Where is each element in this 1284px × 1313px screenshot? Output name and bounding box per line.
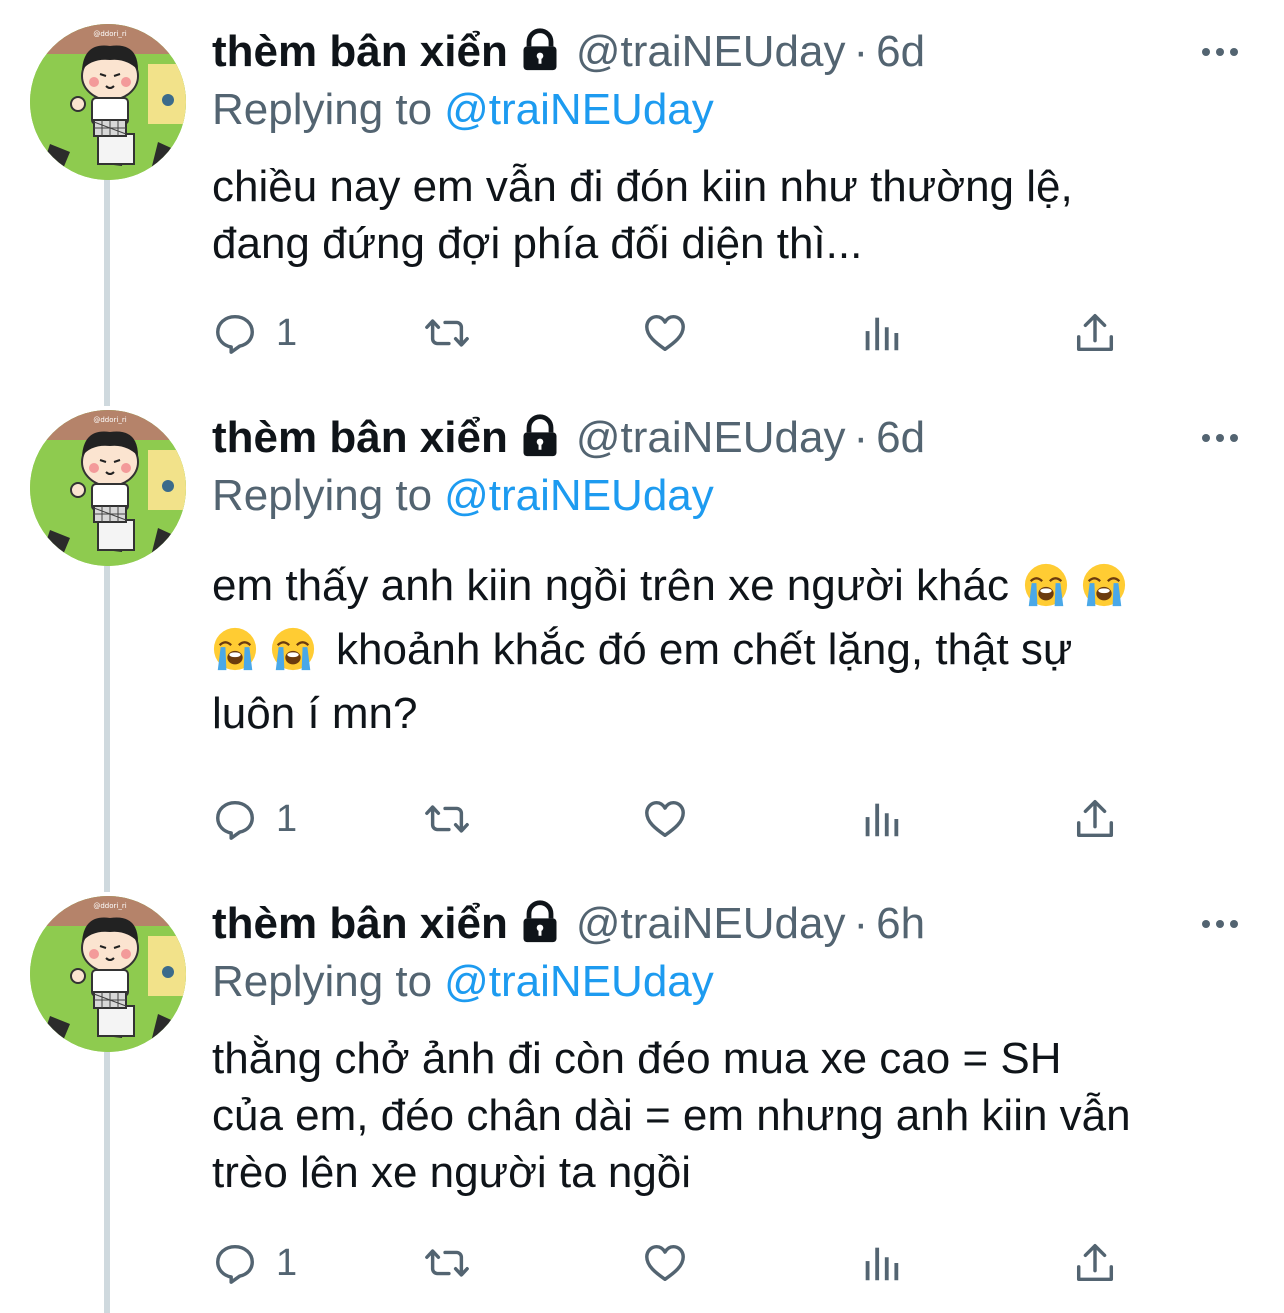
tweet-text-line: khoảnh khắc đó em chết lặng, thật sự [212,618,1252,682]
like-button[interactable] [642,308,688,358]
share-button[interactable] [1072,308,1118,358]
like-button[interactable] [642,1238,688,1288]
tweet[interactable]: thèm bân xiển @traiNEUday · 6h Replying to @… [0,896,1284,1306]
lock-icon [518,414,562,458]
analytics-icon [858,796,904,842]
replying-to-mention[interactable]: @traiNEUday [444,85,714,134]
avatar[interactable] [30,896,186,1052]
tweet-actions: 1 [212,1238,1152,1288]
reply-button[interactable]: 1 [212,1238,297,1288]
retweet-icon [424,1240,470,1286]
tweet-text-line: em thấy anh kiin ngồi trên xe người khác [212,554,1252,618]
loudly-crying-face-emoji [1023,562,1069,608]
more-icon[interactable] [1200,428,1240,448]
replying-to-mention[interactable]: @traiNEUday [444,471,714,520]
tweet-header: thèm bân xiển @traiNEUday · 6d [212,410,925,466]
reply-count: 1 [276,1241,298,1284]
share-button[interactable] [1072,1238,1118,1288]
views-button[interactable] [858,308,904,358]
timestamp[interactable]: 6h [876,899,925,948]
tweet-actions: 1 [212,794,1152,844]
share-icon [1072,796,1118,842]
heart-icon [642,796,688,842]
more-icon[interactable] [1200,914,1240,934]
display-name[interactable]: thèm bân xiển [212,899,508,948]
handle[interactable]: @traiNEUday [576,27,846,76]
separator-dot: · [853,27,869,76]
replying-to: Replying to @traiNEUday [212,954,714,1010]
display-name[interactable]: thèm bân xiển [212,27,508,76]
views-button[interactable] [858,794,904,844]
avatar[interactable] [30,24,186,180]
tweet[interactable]: thèm bân xiển @traiNEUday · 6d Replying to @… [0,410,1284,850]
tweet-text-span: khoảnh khắc đó em chết lặng, thật sự [336,625,1073,674]
loudly-crying-face-emoji [1081,562,1127,608]
handle[interactable]: @traiNEUday [576,413,846,462]
replying-to-mention[interactable]: @traiNEUday [444,957,714,1006]
loudly-crying-face-emoji [212,626,258,672]
reply-button[interactable]: 1 [212,308,297,358]
tweet-text-line: trèo lên xe người ta ngồi [212,1148,692,1197]
retweet-button[interactable] [424,794,470,844]
display-name[interactable]: thèm bân xiển [212,413,508,462]
tweet-text: em thấy anh kiin ngồi trên xe người khác… [212,554,1252,746]
tweet-text-line: đang đứng đợi phía đối diện thì... [212,219,863,268]
tweet-text-line: chiều nay em vẫn đi đón kiin như thường … [212,162,1073,211]
tweet-text: chiều nay em vẫn đi đón kiin như thường … [212,158,1252,272]
loudly-crying-face-emoji [270,626,316,672]
handle[interactable]: @traiNEUday [576,899,846,948]
tweet-text-line: luôn í mn? [212,689,418,738]
reply-icon [212,796,258,842]
reply-icon [212,310,258,356]
replying-to: Replying to @traiNEUday [212,468,714,524]
heart-icon [642,310,688,356]
retweet-button[interactable] [424,308,470,358]
analytics-icon [858,1240,904,1286]
reply-icon [212,1240,258,1286]
tweet-text-line: thằng chở ảnh đi còn đéo mua xe cao = SH [212,1034,1062,1083]
tweet-text-span: em thấy anh kiin ngồi trên xe người khác [212,561,1009,610]
share-icon [1072,310,1118,356]
like-button[interactable] [642,794,688,844]
separator-dot: · [853,899,869,948]
replying-to: Replying to @traiNEUday [212,82,714,138]
timestamp[interactable]: 6d [876,413,925,462]
more-icon[interactable] [1200,42,1240,62]
analytics-icon [858,310,904,356]
share-button[interactable] [1072,794,1118,844]
tweet-header: thèm bân xiển @traiNEUday · 6d [212,24,925,80]
tweet-text: thằng chở ảnh đi còn đéo mua xe cao = SH… [212,1030,1272,1201]
tweet-text-line: của em, đéo chân dài = em nhưng anh kiin… [212,1091,1131,1140]
avatar[interactable] [30,410,186,566]
retweet-icon [424,310,470,356]
reply-count: 1 [276,311,298,354]
lock-icon [518,28,562,72]
timestamp[interactable]: 6d [876,27,925,76]
views-button[interactable] [858,1238,904,1288]
separator-dot: · [853,413,869,462]
replying-to-label: Replying to [212,471,433,520]
heart-icon [642,1240,688,1286]
share-icon [1072,1240,1118,1286]
reply-count: 1 [276,797,298,840]
lock-icon [518,900,562,944]
reply-button[interactable]: 1 [212,794,297,844]
tweet[interactable]: thèm bân xiển @traiNEUday · 6d Replying to @… [0,24,1284,384]
replying-to-label: Replying to [212,957,433,1006]
tweet-header: thèm bân xiển @traiNEUday · 6h [212,896,925,952]
tweet-actions: 1 [212,308,1152,358]
retweet-icon [424,796,470,842]
retweet-button[interactable] [424,1238,470,1288]
replying-to-label: Replying to [212,85,433,134]
